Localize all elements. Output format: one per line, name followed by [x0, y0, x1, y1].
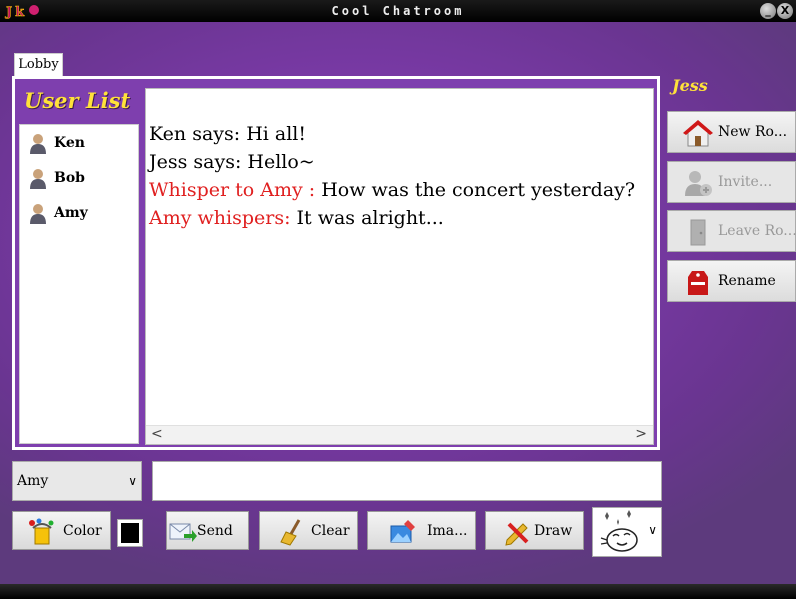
- image-label: Ima...: [427, 523, 468, 539]
- broom-icon: [280, 519, 301, 546]
- chat-message: Whisper to Amy : How was the concert yes…: [149, 179, 635, 201]
- chat-message: Jess says: Hello~: [149, 151, 315, 173]
- minimize-button[interactable]: _: [760, 3, 776, 19]
- invite-user-icon: [685, 171, 712, 196]
- bottom-bar: [0, 584, 796, 599]
- message-prefix: Whisper to Amy :: [149, 179, 322, 201]
- message-text: How was the concert yesterday?: [321, 179, 636, 201]
- color-label: Color: [63, 523, 102, 539]
- new-room-label: New Ro...: [718, 124, 788, 140]
- color-swatch[interactable]: [117, 519, 143, 547]
- rename-label: Rename: [718, 273, 776, 289]
- tab-lobby[interactable]: Lobby: [14, 53, 63, 76]
- current-username: Jess: [672, 76, 708, 95]
- user-icon: [30, 204, 46, 224]
- emoticon-select[interactable]: ∨: [592, 507, 662, 557]
- chat-message: Amy whispers: It was alright...: [149, 207, 444, 229]
- user-name: Bob: [54, 170, 85, 186]
- message-text: Jess says: Hello~: [149, 151, 315, 173]
- scroll-left-arrow[interactable]: <: [151, 426, 163, 443]
- chevron-down-icon: ∨: [128, 474, 137, 488]
- close-button[interactable]: X: [777, 3, 793, 19]
- chat-log[interactable]: Ken says: Hi all! Jess says: Hello~ Whis…: [145, 88, 654, 445]
- image-icon: [390, 520, 415, 543]
- message-text: Ken says: Hi all!: [149, 123, 307, 145]
- send-mail-icon: [169, 523, 197, 542]
- door-icon: [690, 219, 706, 246]
- color-button[interactable]: Color: [12, 511, 111, 550]
- horizontal-scrollbar[interactable]: < >: [146, 425, 653, 444]
- draw-label: Draw: [534, 523, 573, 539]
- send-button[interactable]: Send: [166, 511, 249, 550]
- chevron-down-icon: ∨: [648, 523, 657, 537]
- user-icon: [30, 134, 46, 154]
- selected-color-fill: [121, 523, 139, 543]
- recipient-select[interactable]: Amy ∨: [12, 461, 142, 501]
- pencil-ruler-icon: [505, 522, 529, 546]
- message-prefix: Amy whispers:: [149, 207, 297, 229]
- house-icon: [683, 120, 713, 147]
- user-name: Amy: [54, 205, 88, 221]
- message-text: It was alright...: [296, 207, 444, 229]
- user-icon: [30, 169, 46, 189]
- title-bar: Jk Cool Chatroom _ X: [0, 0, 796, 22]
- app-logo-icon: Jk: [5, 5, 39, 20]
- emoticon-face-icon: [600, 510, 638, 552]
- new-room-button[interactable]: New Ro...: [667, 111, 796, 153]
- window-title: Cool Chatroom: [331, 4, 465, 18]
- invite-label: Invite...: [718, 174, 773, 190]
- draw-button[interactable]: Draw: [485, 511, 584, 550]
- clear-button[interactable]: Clear: [259, 511, 358, 550]
- recipient-value: Amy: [17, 473, 49, 489]
- user-list: Ken Bob Amy: [19, 124, 139, 444]
- leave-room-label: Leave Ro...: [718, 223, 796, 239]
- send-label: Send: [197, 523, 233, 539]
- leave-room-button[interactable]: Leave Ro...: [667, 210, 796, 252]
- scroll-right-arrow[interactable]: >: [635, 426, 647, 443]
- image-button[interactable]: Ima...: [367, 511, 476, 550]
- user-name: Ken: [54, 135, 85, 151]
- name-tag-icon: [688, 271, 708, 295]
- paint-bucket-icon: [29, 518, 54, 545]
- invite-button[interactable]: Invite...: [667, 161, 796, 203]
- rename-button[interactable]: Rename: [667, 260, 796, 302]
- chat-message: Ken says: Hi all!: [149, 123, 306, 145]
- clear-label: Clear: [311, 523, 350, 539]
- user-list-title: User List: [24, 88, 131, 113]
- message-input[interactable]: [152, 461, 662, 501]
- svg-text:Jk: Jk: [5, 5, 27, 20]
